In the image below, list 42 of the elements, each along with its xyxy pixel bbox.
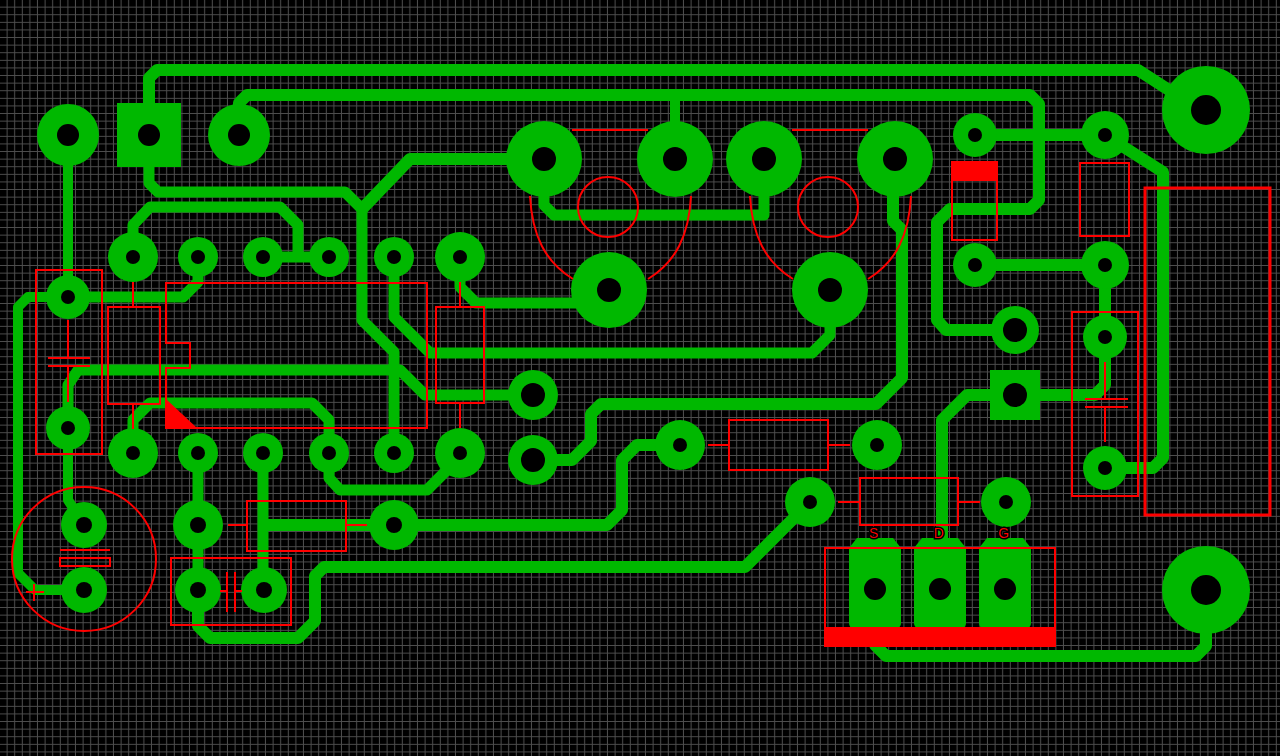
round-pad xyxy=(46,275,90,319)
round-pad xyxy=(655,420,705,470)
pin-label: D xyxy=(933,525,945,541)
square-pad xyxy=(990,370,1040,420)
round-pad xyxy=(991,306,1039,354)
round-pad xyxy=(1083,446,1127,490)
copper-trace xyxy=(1099,287,1111,317)
round-pad xyxy=(243,433,283,473)
round-pad xyxy=(108,232,158,282)
round-pad xyxy=(1083,315,1127,359)
round-pad xyxy=(61,567,107,613)
round-pad xyxy=(175,567,221,613)
round-pad xyxy=(1081,111,1129,159)
round-pad xyxy=(178,237,218,277)
round-pad xyxy=(1081,241,1129,289)
round-pad xyxy=(37,104,99,166)
pin-label: S xyxy=(869,525,879,541)
round-pad xyxy=(108,428,158,478)
round-pad xyxy=(508,435,558,485)
round-pad xyxy=(61,502,107,548)
round-pad xyxy=(981,477,1031,527)
round-pad xyxy=(953,113,997,157)
pin-label: G xyxy=(998,525,1010,541)
round-pad xyxy=(241,567,287,613)
round-pad xyxy=(369,500,419,550)
round-pad xyxy=(435,428,485,478)
round-pad xyxy=(435,232,485,282)
round-pad xyxy=(243,237,283,277)
round-pad xyxy=(374,433,414,473)
round-pad xyxy=(374,237,414,277)
round-pad xyxy=(508,370,558,420)
round-pad xyxy=(309,433,349,473)
round-pad xyxy=(309,237,349,277)
round-pad xyxy=(208,104,270,166)
round-pad xyxy=(852,420,902,470)
round-pad xyxy=(953,243,997,287)
round-pad xyxy=(46,406,90,450)
round-pad xyxy=(785,477,835,527)
round-pad xyxy=(178,433,218,473)
copper-trace xyxy=(1039,357,1111,401)
square-pad xyxy=(117,103,181,167)
round-pad xyxy=(173,500,223,550)
